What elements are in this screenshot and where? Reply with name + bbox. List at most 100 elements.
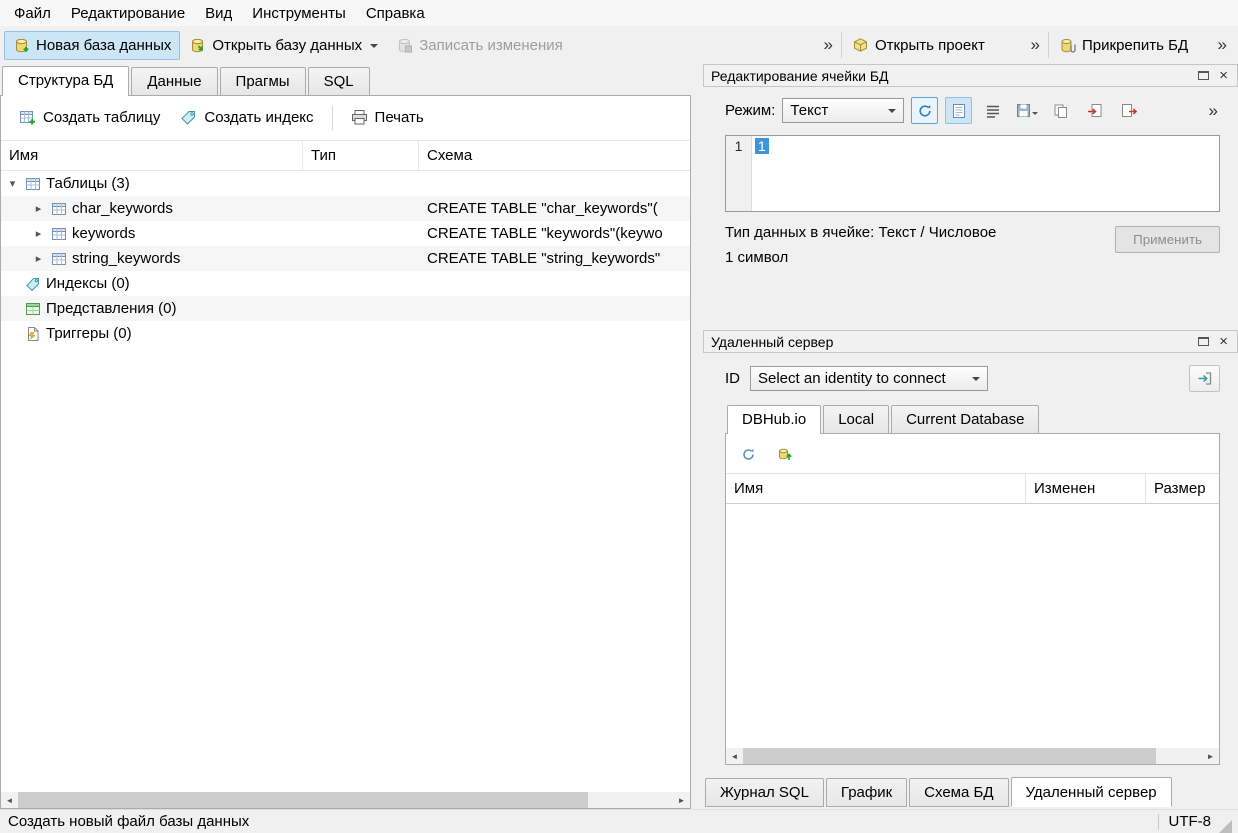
tree-row-indexes[interactable]: Индексы (0) — [1, 271, 690, 296]
structure-panel: Создать таблицу Создать индекс Печать Им… — [0, 95, 691, 809]
expand-arrow-icon[interactable]: ▸ — [31, 252, 46, 265]
tree-label: Триггеры (0) — [46, 325, 132, 342]
toolbar-overflow-2[interactable]: » — [1024, 35, 1047, 55]
open-database-dropdown-icon[interactable] — [370, 43, 379, 52]
import-file-button[interactable] — [1081, 97, 1108, 124]
expand-arrow-icon[interactable]: ▸ — [31, 202, 46, 215]
attach-db-button[interactable]: Прикрепить БД — [1050, 31, 1197, 60]
cell-editor[interactable]: 1 1 — [725, 135, 1220, 212]
new-database-label: Новая база данных — [36, 36, 172, 54]
tab-sql[interactable]: SQL — [307, 67, 370, 95]
tree-row-keywords[interactable]: ▸ keywords CREATE TABLE "keywords"(keywo — [1, 221, 690, 246]
collapse-arrow-icon[interactable]: ▾ — [5, 177, 20, 190]
dock-close-icon[interactable]: × — [1217, 68, 1230, 83]
remote-column-name[interactable]: Имя — [726, 474, 1026, 503]
save-cell-button[interactable] — [1013, 97, 1040, 124]
tree-row-triggers[interactable]: Триггеры (0) — [1, 321, 690, 346]
tree-name-cell: ▸ char_keywords — [1, 200, 303, 217]
tab-dbhub[interactable]: DBHub.io — [727, 405, 822, 434]
identity-combobox[interactable]: Select an identity to connect — [750, 366, 988, 391]
word-wrap-button[interactable] — [979, 97, 1006, 124]
upload-db-icon — [777, 447, 792, 462]
open-database-button[interactable]: Открыть базу данных — [180, 31, 387, 60]
import-data-button[interactable] — [911, 97, 939, 124]
tree-row-char-keywords[interactable]: ▸ char_keywords CREATE TABLE "char_keywo… — [1, 196, 690, 221]
scroll-thumb[interactable] — [18, 792, 588, 808]
tree-name-cell: ▸ string_keywords — [1, 250, 303, 267]
toolbar-overflow-3[interactable]: » — [1211, 35, 1234, 55]
tree-row-string-keywords[interactable]: ▸ string_keywords CREATE TABLE "string_k… — [1, 246, 690, 271]
cell-editor-content[interactable]: 1 — [752, 136, 772, 211]
table-icon — [51, 226, 67, 242]
menu-edit[interactable]: Редактирование — [61, 2, 195, 25]
tree-label: Индексы (0) — [46, 275, 130, 292]
tab-db-schema[interactable]: Схема БД — [909, 778, 1009, 807]
menu-file[interactable]: Файл — [4, 2, 61, 25]
tab-local[interactable]: Local — [823, 405, 890, 433]
column-header-schema[interactable]: Схема — [419, 141, 690, 170]
cell-size-info: 1 символ — [725, 249, 789, 266]
edit-cell-dock-title[interactable]: Редактирование ячейки БД × — [703, 64, 1238, 87]
remote-dock-title[interactable]: Удаленный сервер × — [703, 330, 1238, 353]
export-file-button[interactable] — [1115, 97, 1142, 124]
dock-float-icon[interactable] — [1198, 337, 1210, 346]
scroll-thumb[interactable] — [743, 748, 1157, 764]
write-changes-button: Записать изменения — [387, 31, 572, 60]
tree-label: char_keywords — [72, 200, 173, 217]
resize-grip-icon[interactable] — [1219, 820, 1232, 833]
tab-sql-log[interactable]: Журнал SQL — [705, 778, 824, 807]
tab-pragmas[interactable]: Прагмы — [219, 67, 306, 95]
open-project-icon — [852, 37, 869, 54]
column-header-type[interactable]: Тип — [303, 141, 419, 170]
new-database-button[interactable]: Новая база данных — [4, 30, 181, 60]
menu-view[interactable]: Вид — [195, 2, 242, 25]
scroll-track[interactable] — [18, 792, 673, 808]
tab-db-structure[interactable]: Структура БД — [2, 66, 130, 96]
tab-data[interactable]: Данные — [131, 67, 218, 95]
remote-column-modified[interactable]: Изменен — [1026, 474, 1146, 503]
pane-splitter[interactable] — [691, 64, 703, 809]
expand-arrow-icon[interactable]: ▸ — [31, 227, 46, 240]
menu-help[interactable]: Справка — [356, 2, 435, 25]
toolbar-overflow-1[interactable]: » — [817, 35, 840, 55]
apply-button[interactable]: Применить — [1115, 226, 1220, 253]
remote-refresh-button[interactable] — [736, 443, 760, 465]
remote-upload-button[interactable] — [772, 443, 796, 465]
menu-tools[interactable]: Инструменты — [242, 2, 356, 25]
open-project-label: Открыть проект — [875, 36, 985, 54]
create-index-label: Создать индекс — [204, 109, 314, 126]
structure-horizontal-scrollbar[interactable]: ◄ ► — [1, 792, 690, 808]
save-icon — [1016, 103, 1031, 118]
scroll-left-button[interactable]: ◄ — [726, 748, 743, 764]
connect-button[interactable] — [1189, 365, 1220, 392]
remote-column-size[interactable]: Размер — [1146, 474, 1219, 503]
dock-float-icon[interactable] — [1198, 71, 1210, 80]
mode-value: Текст — [790, 102, 829, 119]
scroll-right-button[interactable]: ► — [673, 792, 690, 808]
copy-cell-button[interactable] — [1047, 97, 1074, 124]
create-table-button[interactable]: Создать таблицу — [9, 104, 170, 131]
tab-remote-server[interactable]: Удаленный сервер — [1010, 777, 1172, 807]
scroll-track[interactable] — [743, 748, 1202, 764]
open-project-button[interactable]: Открыть проект — [843, 31, 994, 60]
print-button[interactable]: Печать — [341, 104, 434, 131]
cell-toolbar-overflow[interactable]: » — [1207, 101, 1220, 121]
encoding-selector[interactable]: UTF-8 — [1169, 813, 1212, 830]
scroll-left-button[interactable]: ◄ — [1, 792, 18, 808]
tree-row-views[interactable]: Представления (0) — [1, 296, 690, 321]
column-header-name[interactable]: Имя — [1, 141, 303, 170]
scroll-right-button[interactable]: ► — [1202, 748, 1219, 764]
create-index-button[interactable]: Создать индекс — [170, 104, 323, 131]
mode-combobox[interactable]: Текст — [782, 98, 905, 123]
connect-icon — [1197, 371, 1212, 386]
tab-plot[interactable]: График — [825, 778, 908, 807]
save-dropdown-icon[interactable] — [1031, 111, 1038, 118]
tree-label: Таблицы (3) — [46, 175, 130, 192]
selected-cell-text: 1 — [755, 138, 769, 154]
dock-close-icon[interactable]: × — [1217, 334, 1230, 349]
tab-current-database[interactable]: Current Database — [891, 405, 1040, 433]
tree-row-tables[interactable]: ▾ Таблицы (3) — [1, 171, 690, 196]
remote-horizontal-scrollbar[interactable]: ◄ ► — [726, 748, 1219, 764]
tree-schema-cell: CREATE TABLE "string_keywords" — [427, 250, 661, 267]
text-mode-button[interactable] — [945, 97, 973, 124]
